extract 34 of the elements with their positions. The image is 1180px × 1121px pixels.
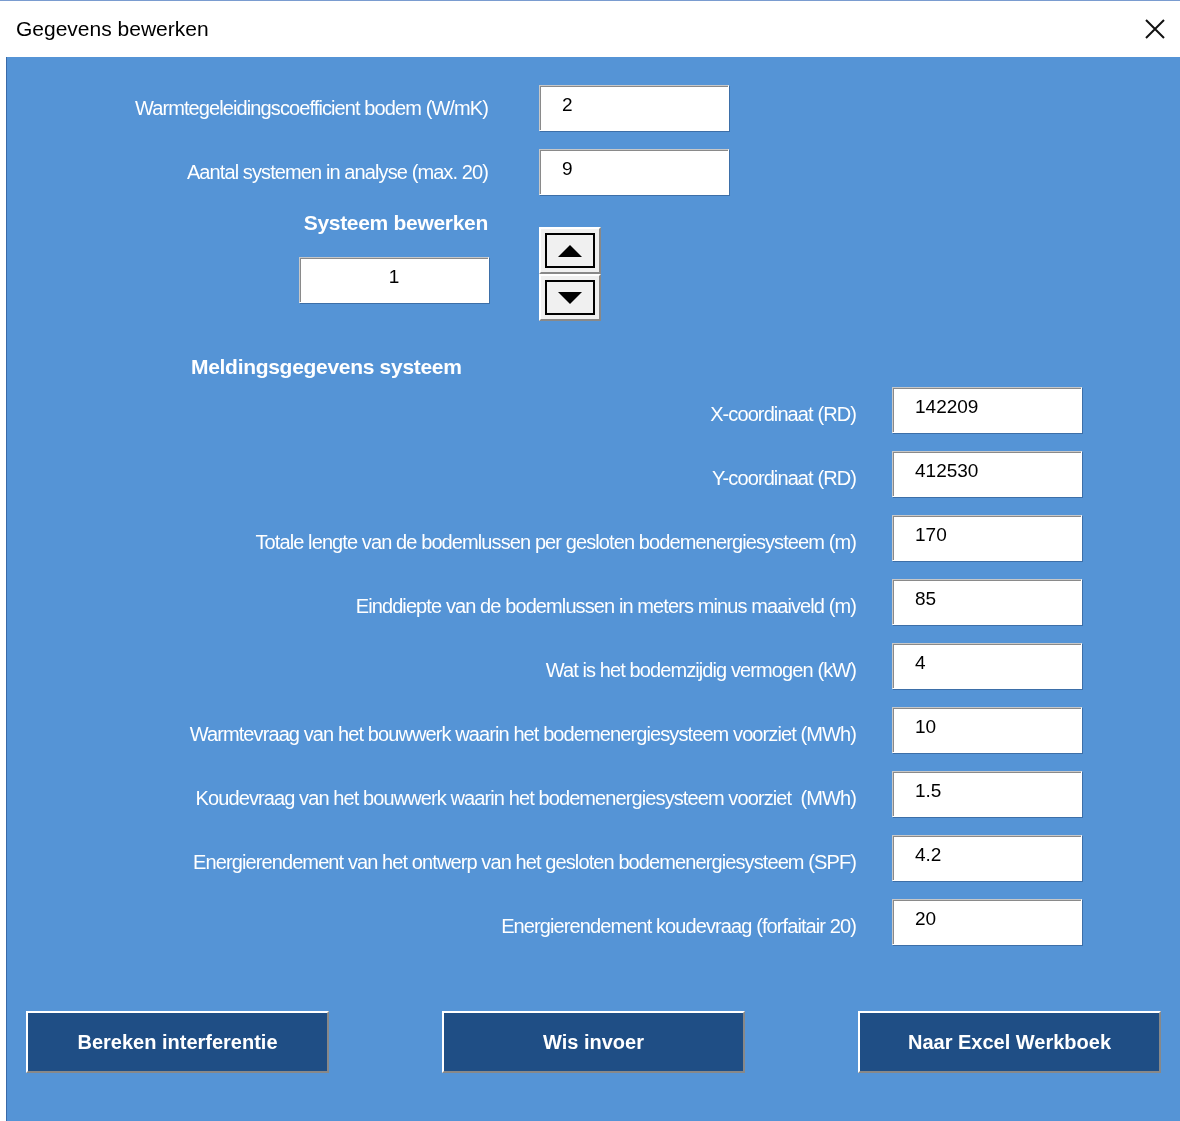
system-number-field[interactable]: 1 — [299, 257, 489, 303]
field-label: X-coordinaat (RD) — [709, 402, 856, 426]
up-arrow-icon — [557, 243, 583, 258]
field-label: Energierendement koudevraag (forfaitair 20) — [500, 914, 856, 938]
input-field[interactable]: 2 — [539, 85, 729, 131]
input-field[interactable]: 4 — [892, 643, 1082, 689]
field-label: Energierendement van het ontwerp van het gesloten bodemenergiesysteem (SPF) — [192, 850, 856, 874]
down-arrow-icon — [557, 290, 583, 305]
action-button[interactable]: Wis invoer — [442, 1011, 745, 1073]
section-heading: Systeem bewerken — [303, 211, 488, 235]
window-title: Gegevens bewerken — [16, 17, 209, 41]
field-label: Totale lengte van de bodemlussen per gesloten bodemenergiesysteem (m) — [254, 530, 856, 554]
input-field[interactable]: 1.5 — [892, 771, 1082, 817]
input-field[interactable]: 85 — [892, 579, 1082, 625]
input-field[interactable]: 9 — [539, 149, 729, 195]
field-label: Warmtevraag van het bouwwerk waarin het bodemenergiesysteem voorziet (MWh) — [188, 722, 856, 746]
field-label: Y-coordinaat (RD) — [710, 466, 856, 490]
spin-up-button[interactable] — [539, 227, 601, 274]
field-label: Warmtegeleidingscoefficient bodem (W/mK) — [133, 96, 488, 120]
spin-down-button[interactable] — [539, 274, 601, 321]
action-button[interactable]: Bereken interferentie — [26, 1011, 329, 1073]
input-field[interactable]: 142209 — [892, 387, 1082, 433]
field-label: Aantal systemen in analyse (max. 20) — [185, 160, 488, 184]
field-label: Einddiepte van de bodemlussen in meters minus maaiveld (m) — [354, 594, 856, 618]
input-field[interactable]: 10 — [892, 707, 1082, 753]
field-label: Koudevraag van het bouwwerk waarin het bodemenergiesysteem voorziet (MWh) — [194, 786, 856, 810]
input-field[interactable]: 412530 — [892, 451, 1082, 497]
input-field[interactable]: 170 — [892, 515, 1082, 561]
close-icon[interactable] — [1144, 18, 1166, 40]
input-field[interactable]: 20 — [892, 899, 1082, 945]
input-field[interactable]: 4.2 — [892, 835, 1082, 881]
field-label: Wat is het bodemzijdig vermogen (kW) — [544, 658, 856, 682]
action-button[interactable]: Naar Excel Werkboek — [858, 1011, 1161, 1073]
section-heading: Meldingsgegevens systeem — [191, 355, 463, 379]
